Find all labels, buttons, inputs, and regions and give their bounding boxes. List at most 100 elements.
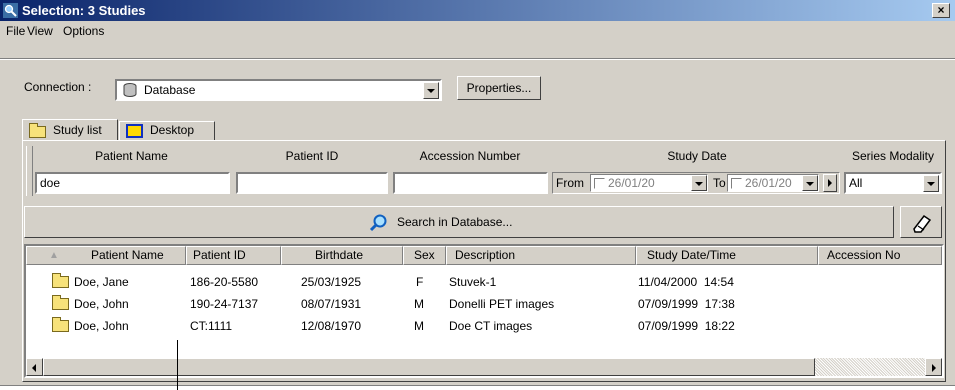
cell-patient-id: 190-24-7137 — [190, 297, 259, 311]
cell-sex: M — [414, 297, 424, 311]
series-modality-dropdown-button[interactable] — [923, 175, 939, 192]
menu-separator — [0, 58, 955, 60]
folder-icon — [52, 295, 69, 310]
column-header-patient-id[interactable]: Patient ID — [186, 246, 281, 265]
cell-study-date-time: 11/04/2000 14:54 — [638, 275, 734, 289]
accession-number-input[interactable] — [393, 172, 548, 194]
cell-birthdate: 25/03/1925 — [301, 275, 362, 289]
selection-window: Selection: 3 Studies × File View Options… — [0, 0, 955, 390]
table-row[interactable]: Doe, John 190-24-7137 08/07/1931 M Donel… — [26, 293, 942, 315]
table-row[interactable]: Doe, John CT:1111 12/08/1970 M Doe CT im… — [26, 315, 942, 337]
close-button[interactable]: × — [932, 3, 950, 18]
from-label: From — [556, 176, 584, 190]
to-date-picker[interactable]: 26/01/20 — [727, 174, 819, 192]
scroll-right-button[interactable] — [925, 358, 942, 376]
tab-desktop[interactable]: Desktop — [119, 121, 215, 141]
patient-name-value: doe — [40, 176, 61, 190]
column-header-accession-no[interactable]: Accession No — [818, 246, 942, 265]
column-header-description[interactable]: Description — [446, 246, 636, 265]
patient-id-label: Patient ID — [285, 149, 339, 163]
column-header-study-date-time[interactable]: Study Date/Time — [636, 246, 818, 265]
column-header-patient-id-label: Patient ID — [193, 248, 246, 262]
column-header-birthdate[interactable]: Birthdate — [281, 246, 403, 265]
desktop-icon — [126, 124, 143, 138]
cell-patient-name: Doe, John — [74, 319, 129, 333]
window-title: Selection: 3 Studies — [22, 3, 146, 18]
patient-id-input[interactable] — [236, 172, 388, 194]
sort-ascending-icon: ▲ — [49, 250, 59, 261]
menu-options[interactable]: Options — [63, 24, 104, 38]
cell-sex: M — [414, 319, 424, 333]
cell-sex: F — [416, 275, 424, 289]
menu-file[interactable]: File — [6, 24, 25, 38]
menu-bar: File View Options — [0, 22, 955, 42]
column-header-patient-name[interactable]: ▲ Patient Name — [26, 246, 186, 265]
horizontal-scrollbar[interactable] — [26, 358, 942, 376]
folder-icon — [52, 317, 69, 332]
properties-button[interactable]: Properties... — [457, 76, 541, 100]
search-window-icon — [3, 3, 18, 18]
search-database-button[interactable]: Search in Database... — [24, 206, 894, 238]
cell-description: Stuvek-1 — [449, 275, 497, 289]
from-date-picker[interactable]: 26/01/20 — [590, 174, 708, 192]
to-date-checkbox[interactable] — [731, 178, 742, 189]
column-header-sex-label: Sex — [414, 248, 435, 262]
results-list[interactable]: ▲ Patient Name Patient ID Birthdate Sex … — [24, 244, 944, 378]
scroll-left-button[interactable] — [26, 358, 43, 376]
arrow-right-icon — [932, 364, 936, 372]
column-header-patient-name-label: Patient Name — [91, 248, 164, 262]
title-bar[interactable]: Selection: 3 Studies × — [0, 0, 955, 21]
connection-dropdown-button[interactable] — [423, 82, 439, 99]
to-label: To — [713, 176, 726, 190]
column-header-description-label: Description — [455, 248, 516, 262]
menu-view[interactable]: View — [27, 24, 53, 38]
from-date-value: 26/01/20 — [608, 176, 655, 190]
cell-study-date-time: 07/09/1999 17:38 — [638, 297, 735, 311]
close-icon: × — [937, 3, 945, 17]
accession-number-label: Accession Number — [419, 149, 521, 163]
cell-patient-id: CT:1111 — [190, 319, 233, 333]
table-row[interactable]: Doe, Jane 186-20-5580 25/03/1925 F Stuve… — [26, 271, 942, 293]
study-date-label: Study Date — [667, 149, 727, 163]
text-cursor-icon — [177, 340, 178, 390]
from-date-dropdown[interactable] — [691, 175, 707, 191]
clear-filters-button[interactable] — [900, 206, 942, 238]
column-header-birthdate-label: Birthdate — [315, 248, 364, 262]
arrow-right-icon — [828, 179, 832, 187]
database-icon — [123, 83, 137, 97]
connection-value: Database — [144, 83, 196, 97]
cell-description: Donelli PET images — [449, 297, 555, 311]
study-date-group: From 26/01/20 To 26/01/20 — [552, 172, 840, 194]
column-header-sex[interactable]: Sex — [403, 246, 446, 265]
series-modality-value: All — [849, 176, 863, 190]
connection-label: Connection : — [24, 80, 92, 94]
from-date-checkbox[interactable] — [594, 178, 605, 189]
toolbar-grip[interactable] — [26, 146, 33, 196]
arrow-left-icon — [32, 364, 36, 372]
patient-name-input[interactable]: doe — [35, 172, 230, 194]
to-date-dropdown[interactable] — [802, 175, 818, 191]
table-header: ▲ Patient Name Patient ID Birthdate Sex … — [26, 246, 942, 265]
series-modality-select[interactable]: All — [844, 172, 942, 194]
magnifier-icon — [369, 214, 389, 232]
scroll-track[interactable] — [815, 358, 925, 376]
folder-icon — [52, 273, 69, 288]
column-header-study-date-time-label: Study Date/Time — [647, 248, 736, 262]
tab-desktop-label: Desktop — [150, 123, 195, 137]
connection-select[interactable]: Database — [115, 79, 442, 101]
column-header-accession-no-label: Accession No — [827, 248, 901, 262]
cell-patient-name: Doe, John — [74, 297, 129, 311]
cell-patient-id: 186-20-5580 — [190, 275, 259, 289]
eraser-icon — [911, 213, 933, 233]
to-date-value: 26/01/20 — [745, 176, 792, 190]
tab-study-list-label: Study list — [53, 123, 102, 137]
cell-birthdate: 08/07/1931 — [301, 297, 362, 311]
search-database-label: Search in Database... — [397, 215, 513, 229]
scroll-thumb[interactable] — [43, 358, 815, 376]
folder-icon — [29, 123, 46, 138]
tab-study-list[interactable]: Study list — [22, 119, 118, 141]
cell-description: Doe CT images — [449, 319, 533, 333]
series-modality-label: Series Modality — [851, 149, 935, 163]
patient-name-label: Patient Name — [95, 149, 168, 163]
date-scroll-right-button[interactable] — [823, 174, 837, 192]
